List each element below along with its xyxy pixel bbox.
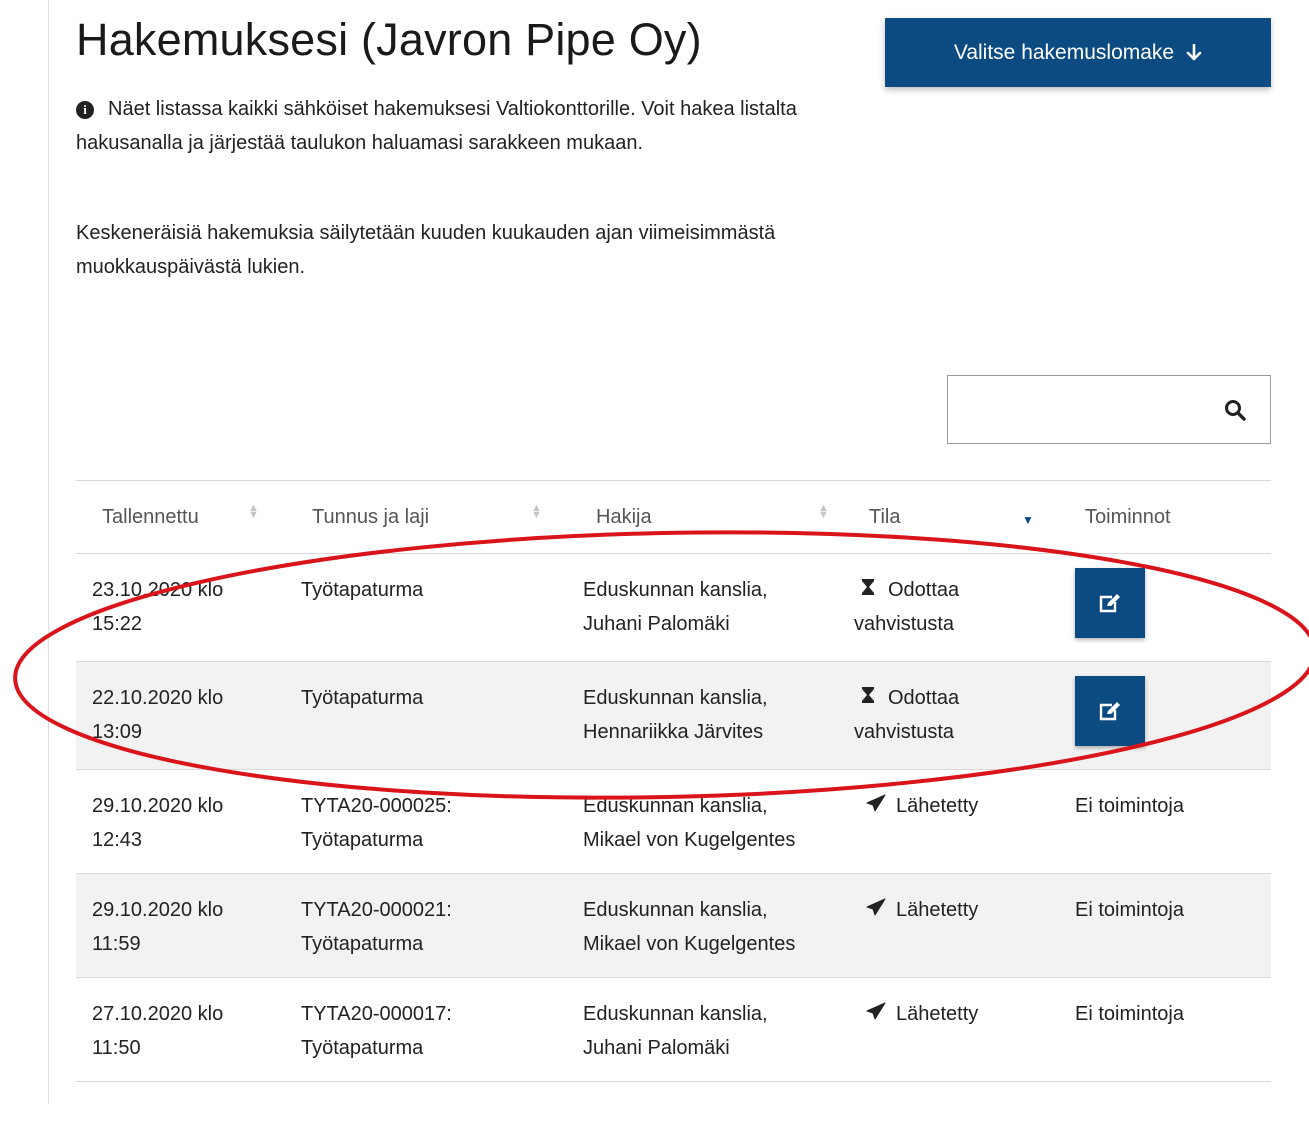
- table-row: 23.10.2020 klo 15:22 Työtapaturma Eduskun…: [76, 553, 1271, 662]
- page-title: Hakemuksesi (Javron Pipe Oy): [76, 14, 702, 65]
- edit-button[interactable]: [1075, 568, 1145, 638]
- search-input[interactable]: [948, 376, 1198, 443]
- column-header-status[interactable]: Tila ▼: [854, 480, 1067, 554]
- choose-application-form-label: Valitse hakemuslomake: [953, 40, 1175, 64]
- edit-icon: [1099, 702, 1120, 721]
- column-header-saved[interactable]: Tallennettu ▲ ▼: [76, 480, 288, 554]
- column-header-applicant[interactable]: Hakija ▲ ▼: [571, 480, 854, 554]
- table-row: 22.10.2020 klo 13:09 Työtapaturma Eduskun…: [76, 661, 1271, 770]
- edit-button[interactable]: [1075, 676, 1145, 746]
- sort-icon: ▲ ▼: [248, 502, 259, 521]
- arrow-down-icon: [1186, 43, 1202, 60]
- hourglass-icon: [858, 681, 878, 715]
- column-header-actions: Toiminnot: [1067, 480, 1271, 554]
- edit-icon: [1099, 594, 1120, 613]
- no-actions-text: Ei toimintoja: [1075, 899, 1184, 921]
- sort-icon: ▲ ▼: [818, 502, 829, 521]
- send-icon: [866, 893, 886, 927]
- sort-icon: ▲ ▼: [531, 502, 542, 521]
- intro-text-body: Näet listassa kaikki sähköiset hakemukse…: [76, 98, 797, 154]
- search-icon: [1225, 399, 1246, 421]
- applications-table: Tallennettu ▲ ▼ Tunnus ja laji ▲ ▼ Hakija …: [76, 480, 1271, 1082]
- retention-note: Keskeneräisiä hakemuksia säilytetään kuu…: [76, 222, 776, 278]
- search-button[interactable]: [1200, 376, 1270, 443]
- choose-application-form-button[interactable]: Valitse hakemuslomake: [885, 18, 1271, 87]
- table-header-row: Tallennettu ▲ ▼ Tunnus ja laji ▲ ▼ Hakija …: [76, 480, 1271, 554]
- no-actions-text: Ei toimintoja: [1075, 1003, 1184, 1025]
- intro-text: i Näet listassa kaikki sähköiset hakemuks…: [76, 92, 816, 160]
- sort-descending-icon: ▼: [1022, 513, 1034, 527]
- no-actions-text: Ei toimintoja: [1075, 795, 1184, 817]
- send-icon: [866, 997, 886, 1031]
- send-icon: [866, 789, 886, 823]
- table-row: 27.10.2020 klo 11:50 TYTA20-000017: Työtap…: [76, 977, 1271, 1082]
- content-border: [48, 0, 49, 1104]
- info-icon: i: [76, 101, 94, 119]
- table-row: 29.10.2020 klo 11:59 TYTA20-000021: Työtap…: [76, 873, 1271, 978]
- search-box: [947, 375, 1271, 444]
- column-header-id-type[interactable]: Tunnus ja laji ▲ ▼: [288, 480, 571, 554]
- hourglass-icon: [858, 573, 878, 607]
- table-row: 29.10.2020 klo 12:43 TYTA20-000025: Työtap…: [76, 769, 1271, 874]
